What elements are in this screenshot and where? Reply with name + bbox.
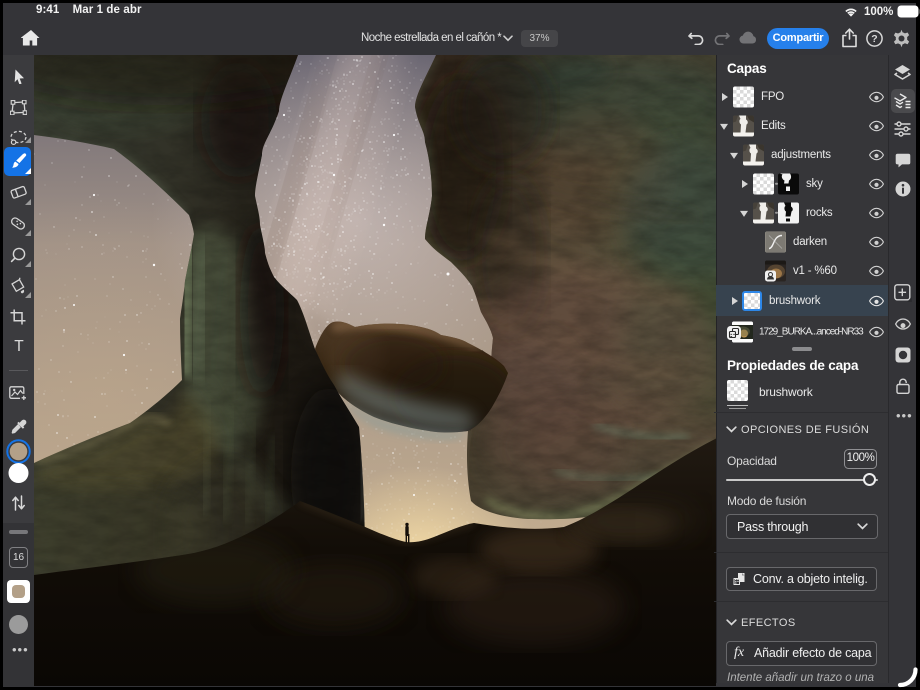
svg-text:?: ? bbox=[871, 33, 877, 45]
